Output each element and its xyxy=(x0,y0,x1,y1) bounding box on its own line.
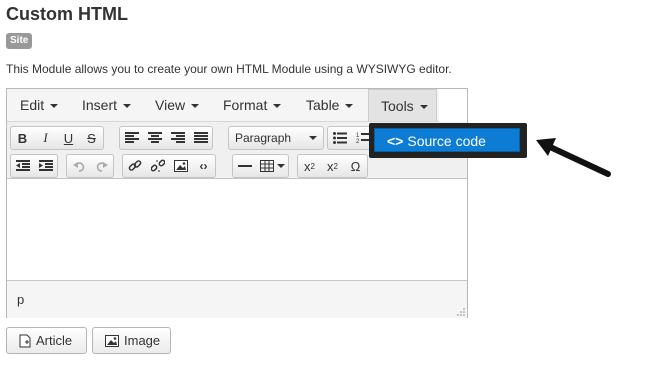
menu-edit-label: Edit xyxy=(20,97,45,113)
caret-down-icon xyxy=(273,104,282,109)
module-description: This Module allows you to create your ow… xyxy=(6,62,452,76)
caret-down-icon xyxy=(276,164,285,168)
caret-down-icon xyxy=(345,104,354,109)
bullet-list-button[interactable] xyxy=(328,127,351,149)
omega-icon: Ω xyxy=(350,158,361,174)
image-icon xyxy=(173,160,188,172)
bold-button[interactable]: B xyxy=(11,127,34,149)
insert-image-button[interactable] xyxy=(169,155,192,177)
table-icon xyxy=(259,160,274,172)
unlink-icon xyxy=(150,159,165,172)
picture-icon xyxy=(105,334,119,347)
editor-content-area[interactable] xyxy=(7,179,467,279)
special-character-button[interactable]: Ω xyxy=(344,155,367,177)
superscript-button[interactable]: x2 xyxy=(321,155,344,177)
hr-table-group xyxy=(232,154,289,178)
unlink-button[interactable] xyxy=(146,155,169,177)
article-button[interactable]: Article xyxy=(6,327,87,354)
numbered-list-icon: 12 xyxy=(356,133,370,144)
menu-view-label: View xyxy=(155,97,186,113)
subscript-index: 2 xyxy=(310,161,315,171)
menu-format[interactable]: Format xyxy=(211,89,289,121)
editor-menubar: Edit Insert View Format Table Tools xyxy=(7,89,439,122)
superscript-index: 2 xyxy=(333,161,338,171)
source-code-menu-item[interactable]: <> Source code xyxy=(374,128,520,152)
format-select-value: Paragraph xyxy=(235,131,292,145)
history-group xyxy=(66,154,114,178)
caret-down-icon xyxy=(123,104,132,109)
menu-insert[interactable]: Insert xyxy=(70,89,139,121)
align-right-icon xyxy=(170,132,185,143)
table-button[interactable] xyxy=(256,155,288,177)
image-button-label: Image xyxy=(124,333,161,348)
list-group: 12 xyxy=(327,126,375,150)
undo-button[interactable] xyxy=(67,155,90,177)
caret-down-icon xyxy=(419,105,428,110)
code-icon: <> xyxy=(387,133,404,149)
tools-dropdown-menu: <> Source code xyxy=(369,123,527,158)
menu-format-label: Format xyxy=(223,97,268,113)
align-right-button[interactable] xyxy=(166,127,189,149)
caret-down-icon xyxy=(50,104,59,109)
editor-statusbar: p xyxy=(7,280,467,318)
menu-insert-label: Insert xyxy=(82,97,118,113)
align-left-button[interactable] xyxy=(120,127,143,149)
alignment-group xyxy=(119,126,213,150)
menu-tools-label: Tools xyxy=(381,98,414,114)
align-center-button[interactable] xyxy=(143,127,166,149)
align-justify-icon xyxy=(193,132,208,143)
menu-tools[interactable]: Tools xyxy=(368,89,437,121)
horizontal-rule-button[interactable] xyxy=(233,155,256,177)
strikethrough-button[interactable]: S xyxy=(80,127,103,149)
subscript-button[interactable]: x2 xyxy=(298,155,321,177)
redo-button[interactable] xyxy=(90,155,113,177)
menu-view[interactable]: View xyxy=(143,89,207,121)
format-select[interactable]: Paragraph xyxy=(228,126,324,150)
align-center-icon xyxy=(147,132,162,143)
align-justify-button[interactable] xyxy=(189,127,212,149)
script-group: x2 x2 Ω xyxy=(297,154,368,178)
svg-text:2: 2 xyxy=(356,139,360,144)
indent-group xyxy=(10,154,58,178)
redo-icon xyxy=(96,162,108,172)
pointer-arrow-icon xyxy=(536,138,611,177)
caret-down-icon xyxy=(191,104,200,109)
outdent-icon xyxy=(15,160,30,171)
text-style-group: B I U S xyxy=(10,126,104,150)
outdent-button[interactable] xyxy=(11,155,34,177)
menu-table[interactable]: Table xyxy=(294,89,361,121)
align-left-icon xyxy=(124,132,139,143)
element-path[interactable]: p xyxy=(17,292,24,307)
resize-grip-icon[interactable] xyxy=(457,308,465,316)
undo-icon xyxy=(72,162,84,172)
indent-button[interactable] xyxy=(34,155,57,177)
indent-icon xyxy=(38,160,53,171)
underline-button[interactable]: U xyxy=(57,127,80,149)
menu-table-label: Table xyxy=(306,97,340,113)
site-badge: Site xyxy=(6,33,33,49)
document-add-icon xyxy=(19,334,31,348)
source-code-label: Source code xyxy=(407,133,486,149)
menu-edit[interactable]: Edit xyxy=(8,89,66,121)
caret-down-icon xyxy=(309,136,317,140)
link-icon xyxy=(128,160,141,171)
italic-button[interactable]: I xyxy=(34,127,57,149)
page-title: Custom HTML xyxy=(6,4,128,24)
horizontal-rule-icon xyxy=(237,165,252,167)
insert-group: ‹› xyxy=(122,154,216,178)
link-button[interactable] xyxy=(123,155,146,177)
image-button[interactable]: Image xyxy=(92,327,171,354)
code-button[interactable]: ‹› xyxy=(192,155,215,177)
bullet-list-icon xyxy=(332,132,347,144)
article-button-label: Article xyxy=(36,333,73,348)
